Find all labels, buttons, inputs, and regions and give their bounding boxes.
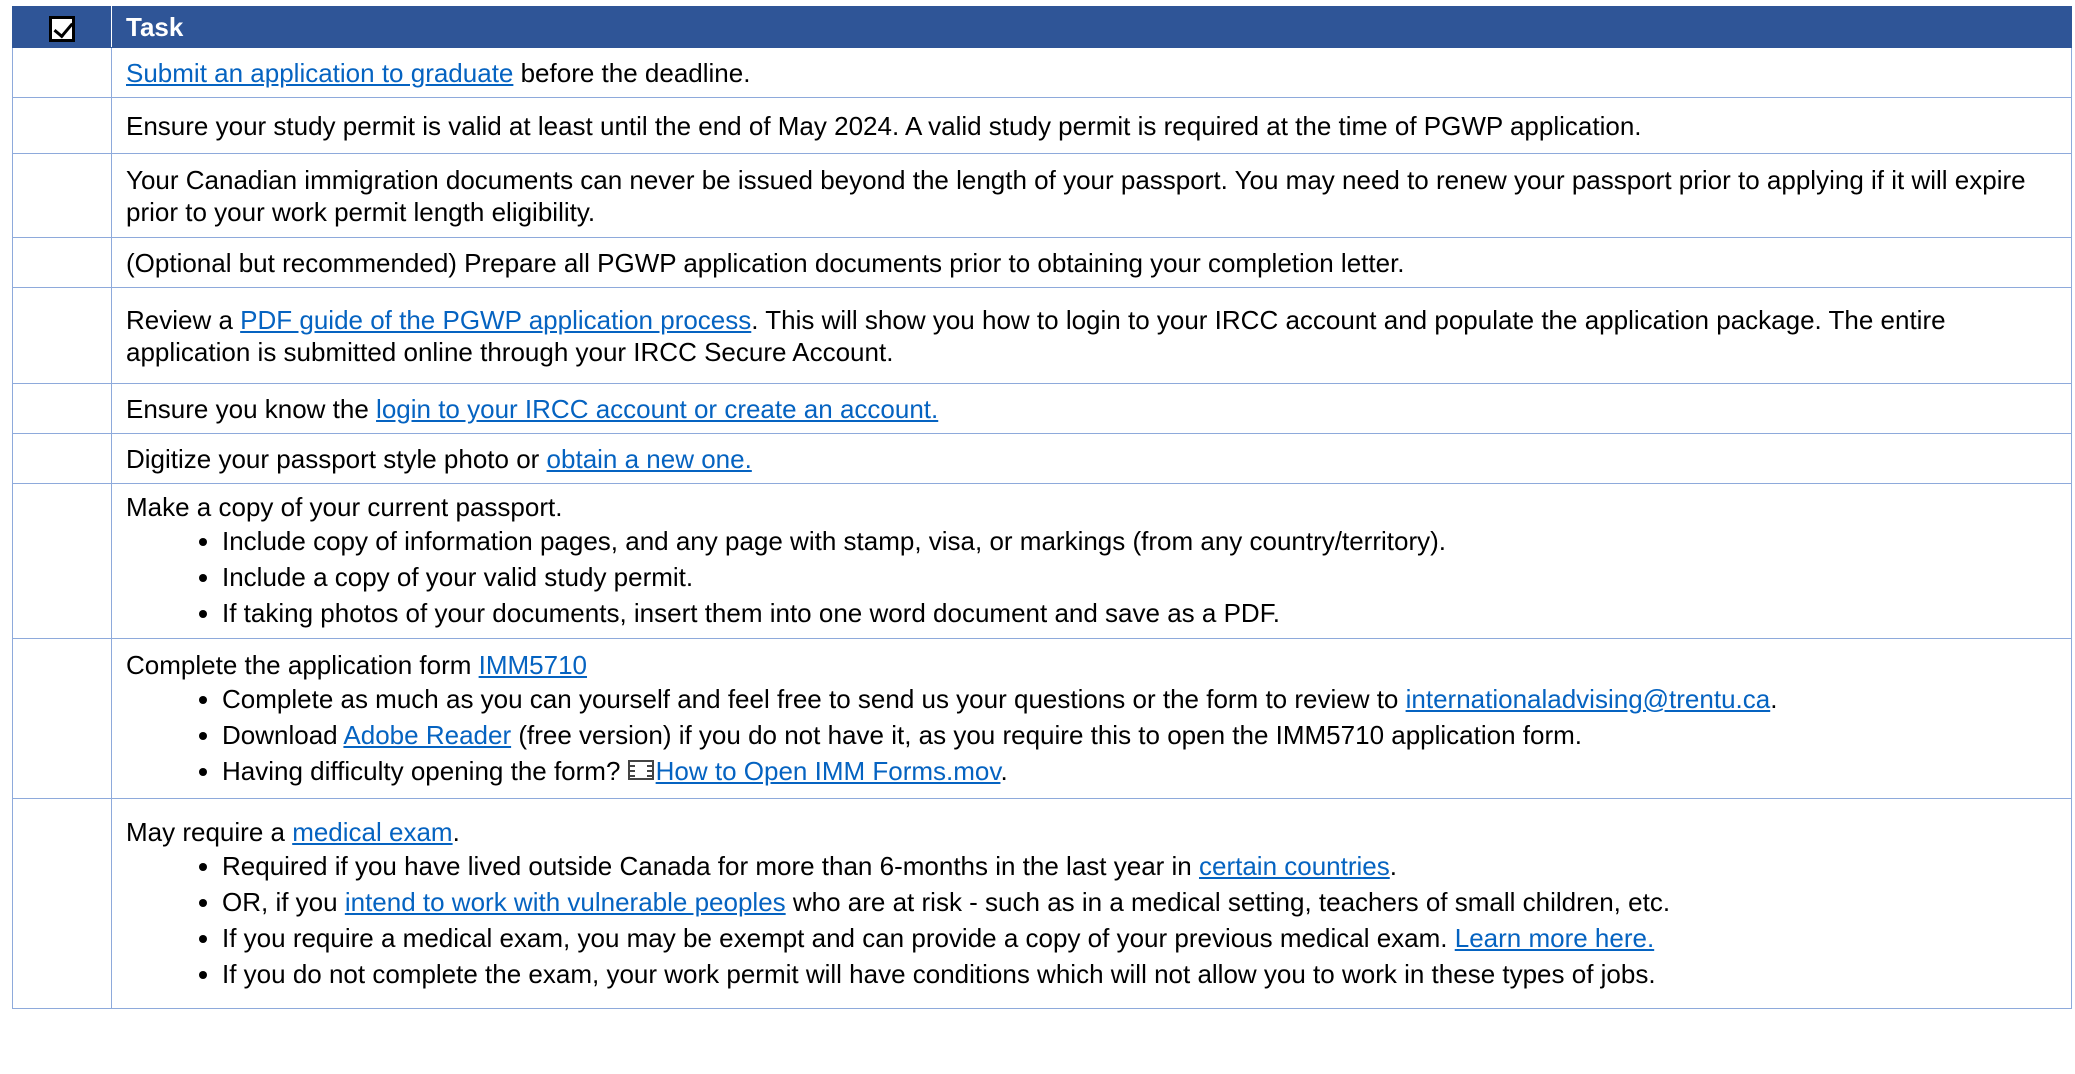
checkbox-cell[interactable] — [12, 47, 112, 98]
pgwp-guide-link[interactable]: PDF guide of the PGWP application proces… — [240, 305, 751, 335]
checkbox-cell[interactable] — [12, 287, 112, 384]
bullet-list: Required if you have lived outside Canad… — [126, 848, 2071, 992]
task-cell: Make a copy of your current passport. In… — [111, 483, 2072, 639]
header-checkbox-cell — [12, 6, 112, 48]
checkbox-cell[interactable] — [12, 483, 112, 639]
task-row: Digitize your passport style photo or ob… — [12, 433, 2072, 484]
checklist-table: Task Submit an application to graduate b… — [12, 6, 2072, 1009]
checkbox-cell[interactable] — [12, 97, 112, 154]
task-row: Ensure you know the login to your IRCC a… — [12, 383, 2072, 434]
header-row: Task — [12, 6, 2072, 48]
learn-more-link[interactable]: Learn more here. — [1455, 923, 1654, 953]
film-strip-icon — [627, 759, 654, 780]
list-item: Include a copy of your valid study permi… — [222, 559, 2071, 595]
task-cell: (Optional but recommended) Prepare all P… — [111, 237, 2072, 288]
task-row: (Optional but recommended) Prepare all P… — [12, 237, 2072, 288]
certain-countries-link[interactable]: certain countries — [1199, 851, 1390, 881]
task-cell: May require a medical exam. Required if … — [111, 798, 2072, 1009]
ircc-account-link[interactable]: login to your IRCC account or create an … — [376, 394, 938, 424]
imm-forms-video-link[interactable]: How to Open IMM Forms.mov — [656, 756, 1001, 786]
list-item: If taking photos of your documents, inse… — [222, 595, 2071, 631]
task-cell: Submit an application to graduate before… — [111, 47, 2072, 98]
checkbox-cell[interactable] — [12, 153, 112, 238]
task-row: Review a PDF guide of the PGWP applicati… — [12, 287, 2072, 384]
task-cell: Ensure your study permit is valid at lea… — [111, 97, 2072, 154]
task-cell: Complete the application form IMM5710 Co… — [111, 638, 2072, 799]
passport-photo-link[interactable]: obtain a new one. — [547, 444, 752, 474]
task-cell: Review a PDF guide of the PGWP applicati… — [111, 287, 2072, 384]
list-item: If you require a medical exam, you may b… — [222, 920, 2071, 956]
imm5710-link[interactable]: IMM5710 — [479, 650, 587, 680]
medical-exam-link[interactable]: medical exam — [292, 817, 452, 847]
header-task: Task — [111, 6, 2072, 48]
list-item: Having difficulty opening the form? How … — [222, 753, 2071, 789]
list-item: Download Adobe Reader (free version) if … — [222, 717, 2071, 753]
list-item: If you do not complete the exam, your wo… — [222, 956, 2071, 992]
checkbox-cell[interactable] — [12, 383, 112, 434]
task-row: Complete the application form IMM5710 Co… — [12, 638, 2072, 799]
bullet-list: Complete as much as you can yourself and… — [126, 681, 2071, 789]
graduate-application-link[interactable]: Submit an application to graduate — [126, 58, 513, 88]
task-cell: Digitize your passport style photo or ob… — [111, 433, 2072, 484]
checkbox-cell[interactable] — [12, 237, 112, 288]
list-item: Include copy of information pages, and a… — [222, 523, 2071, 559]
checkbox-cell[interactable] — [12, 433, 112, 484]
task-row: Ensure your study permit is valid at lea… — [12, 97, 2072, 154]
bullet-list: Include copy of information pages, and a… — [126, 523, 2071, 631]
task-row: Make a copy of your current passport. In… — [12, 483, 2072, 639]
vulnerable-peoples-link[interactable]: intend to work with vulnerable peoples — [345, 887, 786, 917]
task-row: May require a medical exam. Required if … — [12, 798, 2072, 1009]
checked-box-icon — [49, 16, 75, 43]
advising-email-link[interactable]: internationaladvising@trentu.ca — [1406, 684, 1771, 714]
task-row: Submit an application to graduate before… — [12, 47, 2072, 98]
checkbox-cell[interactable] — [12, 798, 112, 1009]
list-item: OR, if you intend to work with vulnerabl… — [222, 884, 2071, 920]
checkbox-cell[interactable] — [12, 638, 112, 799]
adobe-reader-link[interactable]: Adobe Reader — [343, 720, 511, 750]
list-item: Complete as much as you can yourself and… — [222, 681, 2071, 717]
task-row: Your Canadian immigration documents can … — [12, 153, 2072, 238]
list-item: Required if you have lived outside Canad… — [222, 848, 2071, 884]
task-cell: Ensure you know the login to your IRCC a… — [111, 383, 2072, 434]
task-cell: Your Canadian immigration documents can … — [111, 153, 2072, 238]
